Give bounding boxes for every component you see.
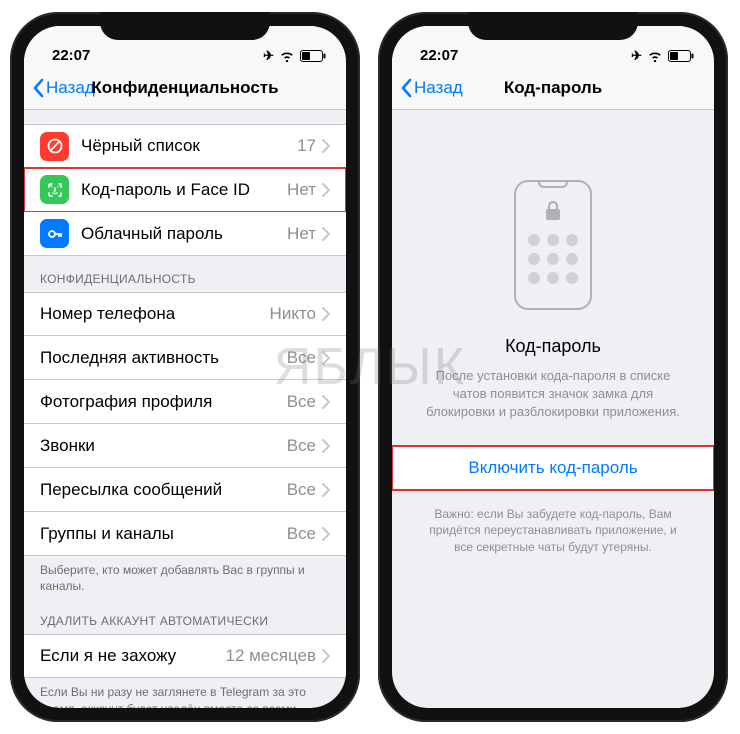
- chevron-left-icon: [32, 78, 44, 98]
- settings-row[interactable]: Облачный парольНет: [24, 212, 346, 256]
- settings-row[interactable]: Последняя активностьВсе: [24, 336, 346, 380]
- status-time: 22:07: [420, 47, 458, 64]
- row-value: Нет: [287, 224, 316, 244]
- row-label: Группы и каналы: [40, 524, 287, 544]
- chevron-right-icon: [322, 439, 330, 453]
- chevron-right-icon: [322, 139, 330, 153]
- settings-row[interactable]: Чёрный список17: [24, 124, 346, 168]
- enable-passcode-button[interactable]: Включить код-пароль: [392, 446, 714, 490]
- chevron-right-icon: [322, 483, 330, 497]
- settings-row[interactable]: Номер телефонаНикто: [24, 292, 346, 336]
- row-label: Пересылка сообщений: [40, 480, 287, 500]
- chevron-right-icon: [322, 527, 330, 541]
- nav-bar: Назад Конфиденциальность: [24, 66, 346, 110]
- back-button[interactable]: Назад: [24, 78, 95, 98]
- chevron-right-icon: [322, 307, 330, 321]
- faceid-icon: [40, 175, 69, 204]
- back-label: Назад: [46, 78, 95, 98]
- settings-row[interactable]: Код-пароль и Face IDНет: [24, 168, 346, 212]
- airplane-icon: ✈: [631, 48, 642, 64]
- settings-row[interactable]: ЗвонкиВсе: [24, 424, 346, 468]
- passcode-description: После установки кода-пароля в списке чат…: [422, 367, 684, 422]
- row-value: 17: [297, 136, 316, 156]
- chevron-right-icon: [322, 351, 330, 365]
- settings-row[interactable]: Фотография профиляВсе: [24, 380, 346, 424]
- section-header: КОНФИДЕНЦИАЛЬНОСТЬ: [24, 256, 346, 292]
- chevron-right-icon: [322, 183, 330, 197]
- row-value: Все: [287, 436, 316, 456]
- row-value: Все: [287, 348, 316, 368]
- wifi-icon: [647, 50, 663, 62]
- passcode-illustration: Код-пароль После установки кода-пароля в…: [392, 110, 714, 446]
- row-value: Нет: [287, 180, 316, 200]
- lock-icon: [544, 200, 562, 222]
- chevron-right-icon: [322, 649, 330, 663]
- phone-left: 22:07 ✈ Назад Конфиденциальность Чёрный …: [10, 12, 360, 722]
- back-button[interactable]: Назад: [392, 78, 463, 98]
- section-footer: Если Вы ни разу не заглянете в Telegram …: [24, 678, 346, 708]
- row-label: Звонки: [40, 436, 287, 456]
- row-value: Все: [287, 480, 316, 500]
- key-icon: [40, 219, 69, 248]
- row-label: Номер телефона: [40, 304, 270, 324]
- settings-row[interactable]: Пересылка сообщенийВсе: [24, 468, 346, 512]
- back-label: Назад: [414, 78, 463, 98]
- row-label: Чёрный список: [81, 136, 297, 156]
- passcode-heading: Код-пароль: [505, 336, 601, 357]
- row-value: 12 месяцев: [225, 646, 316, 666]
- device-notch: [468, 12, 638, 40]
- row-label: Код-пароль и Face ID: [81, 180, 287, 200]
- settings-content[interactable]: Чёрный список17Код-пароль и Face IDНетОб…: [24, 110, 346, 708]
- row-value: Никто: [270, 304, 316, 324]
- battery-icon: [668, 50, 694, 62]
- passcode-content: Код-пароль После установки кода-пароля в…: [392, 110, 714, 708]
- row-value: Все: [287, 392, 316, 412]
- passcode-phone-graphic: [514, 180, 592, 310]
- device-notch: [100, 12, 270, 40]
- section-header: УДАЛИТЬ АККАУНТ АВТОМАТИЧЕСКИ: [24, 598, 346, 634]
- settings-row[interactable]: Если я не захожу12 месяцев: [24, 634, 346, 678]
- chevron-right-icon: [322, 395, 330, 409]
- row-label: Последняя активность: [40, 348, 287, 368]
- row-value: Все: [287, 524, 316, 544]
- wifi-icon: [279, 50, 295, 62]
- row-label: Если я не захожу: [40, 646, 225, 666]
- enable-passcode-label: Включить код-пароль: [468, 458, 637, 478]
- settings-row[interactable]: Группы и каналыВсе: [24, 512, 346, 556]
- block-icon: [40, 132, 69, 161]
- row-label: Облачный пароль: [81, 224, 287, 244]
- nav-bar: Назад Код-пароль: [392, 66, 714, 110]
- section-footer: Выберите, кто может добавлять Вас в груп…: [24, 556, 346, 598]
- status-time: 22:07: [52, 47, 90, 64]
- battery-icon: [300, 50, 326, 62]
- row-label: Фотография профиля: [40, 392, 287, 412]
- airplane-icon: ✈: [263, 48, 274, 64]
- chevron-left-icon: [400, 78, 412, 98]
- phone-right: 22:07 ✈ Назад Код-пароль: [378, 12, 728, 722]
- passcode-warning: Важно: если Вы забудете код-пароль, Вам …: [392, 490, 714, 572]
- chevron-right-icon: [322, 227, 330, 241]
